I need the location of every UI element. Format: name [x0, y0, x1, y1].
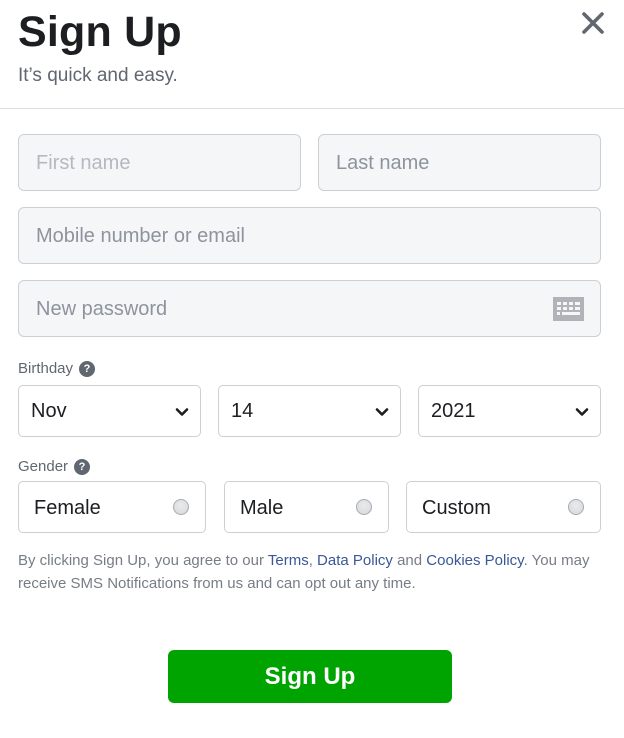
- gender-option-male[interactable]: Male: [224, 481, 389, 533]
- gender-label-text: Gender: [18, 458, 69, 475]
- radio-button[interactable]: [568, 499, 584, 515]
- birthday-month-select[interactable]: Nov: [18, 385, 201, 437]
- gender-help-icon[interactable]: ?: [74, 459, 91, 475]
- legal-text: By clicking Sign Up, you agree to our: [18, 552, 268, 569]
- cookies-policy-link[interactable]: Cookies Policy: [426, 552, 523, 569]
- last-name-placeholder: Last name: [336, 152, 430, 174]
- birthday-month-value: Nov: [31, 400, 67, 422]
- first-name-input[interactable]: First name: [18, 134, 301, 191]
- chevron-down-icon: [375, 408, 389, 416]
- gender-option-custom[interactable]: Custom: [406, 481, 601, 533]
- terms-link[interactable]: Terms: [268, 552, 309, 569]
- chevron-down-icon: [175, 408, 189, 416]
- dialog-header: Sign Up It’s quick and easy.: [0, 0, 624, 109]
- birthday-year-value: 2021: [431, 400, 476, 422]
- birthday-day-select[interactable]: 14: [218, 385, 401, 437]
- first-name-placeholder: First name: [36, 152, 131, 174]
- data-policy-link[interactable]: Data Policy: [317, 552, 393, 569]
- birthday-year-select[interactable]: 2021: [418, 385, 601, 437]
- new-password-input[interactable]: New password: [18, 280, 601, 337]
- close-icon: [582, 12, 604, 34]
- birthday-label: Birthday ?: [18, 360, 96, 378]
- radio-button[interactable]: [173, 499, 189, 515]
- legal-separator: ,: [308, 552, 318, 569]
- close-button[interactable]: [580, 10, 606, 36]
- chevron-down-icon: [575, 408, 589, 416]
- birthday-day-value: 14: [231, 400, 254, 422]
- gender-option-label: Male: [240, 497, 284, 519]
- page-title: Sign Up: [18, 8, 182, 56]
- new-password-placeholder: New password: [36, 298, 168, 320]
- gender-option-label: Custom: [422, 497, 491, 519]
- mobile-or-email-placeholder: Mobile number or email: [36, 225, 245, 247]
- birthday-help-icon[interactable]: ?: [79, 361, 96, 377]
- gender-label: Gender ?: [18, 458, 91, 476]
- radio-button[interactable]: [356, 499, 372, 515]
- birthday-label-text: Birthday: [18, 360, 74, 377]
- mobile-or-email-input[interactable]: Mobile number or email: [18, 207, 601, 264]
- page-subtitle: It’s quick and easy.: [18, 65, 178, 86]
- gender-option-label: Female: [34, 497, 101, 519]
- legal-separator: and: [392, 552, 427, 569]
- sign-up-button[interactable]: Sign Up: [168, 650, 452, 703]
- gender-option-female[interactable]: Female: [18, 481, 206, 533]
- legal-notice: By clicking Sign Up, you agree to our Te…: [18, 549, 598, 595]
- keyboard-icon[interactable]: [553, 297, 584, 321]
- last-name-input[interactable]: Last name: [318, 134, 601, 191]
